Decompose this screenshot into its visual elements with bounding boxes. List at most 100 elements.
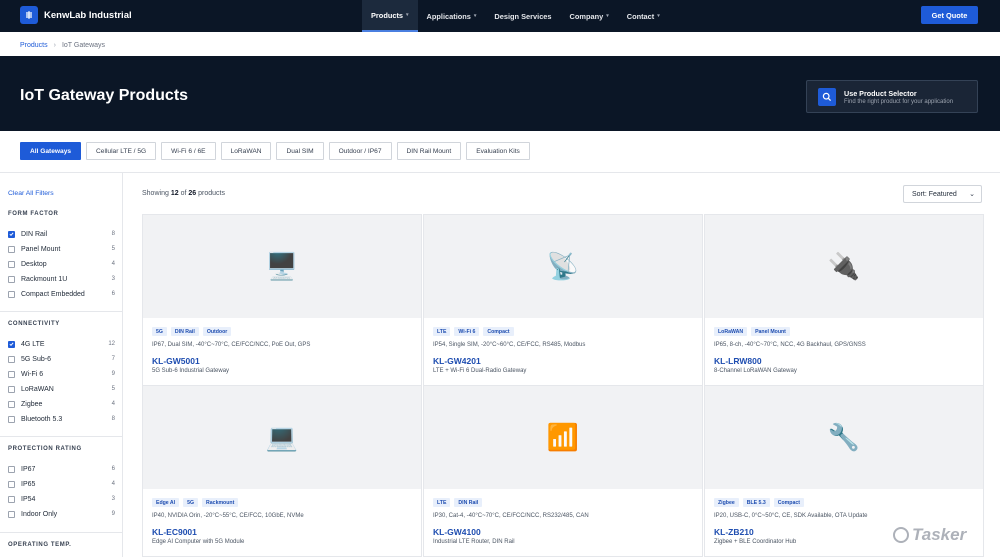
checkbox[interactable] <box>8 290 15 298</box>
product-sku-link[interactable]: KL-GW5001 <box>152 356 200 366</box>
filter-option-panel-mount[interactable]: Panel Mount 5 <box>8 243 115 255</box>
product-sku-link[interactable]: KL-GW4100 <box>433 527 481 537</box>
filter-group-divider <box>0 311 123 312</box>
filter-option-indoor-only[interactable]: Indoor Only 9 <box>8 508 115 520</box>
product-image: 🖥️ <box>143 215 421 318</box>
checkbox[interactable] <box>8 245 15 253</box>
filter-option-wi-fi-6[interactable]: Wi-Fi 6 9 <box>8 368 115 380</box>
nav-item-contact[interactable]: Contact ▾ <box>618 0 669 32</box>
laptop-icon: 💻 <box>265 422 299 452</box>
tab-lorawan[interactable]: LoRaWAN <box>220 142 272 160</box>
filter-option-label: Rackmount 1U <box>21 275 68 283</box>
breadcrumb-current: IoT Gateways <box>61 41 106 49</box>
product-card[interactable]: 💻 Edge AI 5G Rackmount IP40, NVIDIA Orin, -2… <box>142 385 422 557</box>
product-card[interactable]: 🖥️ 5G DIN Rail Outdoor IP67, Dual SIM, -40°C… <box>142 214 422 386</box>
checkbox[interactable] <box>8 400 15 408</box>
tab-din-rail-mount[interactable]: DIN Rail Mount <box>396 142 462 160</box>
watermark-logo-icon <box>893 527 909 543</box>
filter-option-5g-sub-6[interactable]: 5G Sub-6 7 <box>8 353 115 365</box>
product-sku-link[interactable]: KL-GW4201 <box>433 356 481 366</box>
filter-option-rackmount-1u[interactable]: Rackmount 1U 3 <box>8 273 115 285</box>
tab-evaluation-kits[interactable]: Evaluation Kits <box>466 142 530 160</box>
filter-option-zigbee[interactable]: Zigbee 4 <box>8 398 115 410</box>
checkbox[interactable] <box>8 340 15 348</box>
checkbox[interactable] <box>8 370 15 378</box>
filter-option-din-rail[interactable]: DIN Rail 8 <box>8 228 115 240</box>
product-card[interactable]: 📶 LTE DIN Rail IP30, Cat-4, -40°C~70°C, CE/… <box>423 385 703 557</box>
checkbox[interactable] <box>8 415 15 423</box>
nav-item-label: Company <box>569 11 604 21</box>
product-sku-link[interactable]: KL-LRW800 <box>714 356 762 366</box>
checkbox[interactable] <box>8 385 15 393</box>
nav-item-products[interactable]: Products ▾ <box>362 0 418 32</box>
checkbox[interactable] <box>8 275 15 283</box>
filter-option-count: 8 <box>111 416 115 422</box>
filter-option-count: 9 <box>111 511 115 517</box>
product-selector-subtitle: Find the right product for your applicat… <box>844 98 954 105</box>
filter-option-count: 3 <box>111 496 115 502</box>
filter-option-compact-embedded[interactable]: Compact Embedded 6 <box>8 288 115 300</box>
checkbox[interactable] <box>8 260 15 268</box>
chevron-down-icon: ▾ <box>473 13 477 19</box>
breadcrumb-products-link[interactable]: Products <box>20 42 48 49</box>
showing-prefix: Showing <box>142 190 169 197</box>
nav-item-company[interactable]: Company ▾ <box>561 0 618 32</box>
product-description: 8-Channel LoRaWAN Gateway <box>714 368 797 374</box>
nav-item-applications[interactable]: Applications ▾ <box>418 0 486 32</box>
checkbox[interactable] <box>8 495 15 503</box>
filter-option-lorawan[interactable]: LoRaWAN 5 <box>8 383 115 395</box>
tag-badge: Compact <box>773 498 804 507</box>
product-image: 🔌 <box>705 215 983 318</box>
tag-badge: DIN Rail <box>170 327 199 336</box>
product-specs: IP40, NVIDIA Orin, -20°C~55°C, CE/FCC, 1… <box>152 513 304 519</box>
showing-suffix: products <box>198 190 225 197</box>
product-card[interactable]: 📡 LTE Wi-Fi 6 Compact IP54, Single SIM, -20°… <box>423 214 703 386</box>
checkbox[interactable] <box>8 510 15 518</box>
category-tabs: All Gateways Cellular LTE / 5G Wi-Fi 6 / 6… <box>20 142 530 160</box>
filter-option-label: 4G LTE <box>21 340 45 348</box>
product-sku-link[interactable]: KL-EC9001 <box>152 527 197 537</box>
filter-group-divider <box>0 436 123 437</box>
checkbox[interactable] <box>8 230 15 238</box>
product-selector-button[interactable]: Use Product Selector Find the right prod… <box>806 80 978 113</box>
nav-item-design-services[interactable]: Design Services <box>485 0 560 32</box>
product-description: Industrial LTE Router, DIN Rail <box>433 539 515 545</box>
tab-all-gateways[interactable]: All Gateways <box>20 142 82 160</box>
checkbox[interactable] <box>8 465 15 473</box>
clear-filters-link[interactable]: Clear All Filters <box>8 190 54 197</box>
checkbox[interactable] <box>8 480 15 488</box>
tab-dual-sim[interactable]: Dual SIM <box>276 142 324 160</box>
filter-option-4g-lte[interactable]: 4G LTE 12 <box>8 338 115 350</box>
filter-option-label: LoRaWAN <box>21 385 54 393</box>
get-quote-button[interactable]: Get Quote <box>921 6 978 24</box>
tab-outdoor-ip67[interactable]: Outdoor / IP67 <box>328 142 392 160</box>
tab-cellular-lte-5g[interactable]: Cellular LTE / 5G <box>86 142 157 160</box>
product-sku-link[interactable]: KL-ZB210 <box>714 527 754 537</box>
filter-option-label: Wi-Fi 6 <box>21 370 44 378</box>
filter-option-desktop[interactable]: Desktop 4 <box>8 258 115 270</box>
divider <box>0 172 1000 173</box>
checkbox[interactable] <box>8 355 15 363</box>
filter-option-bluetooth-5-3[interactable]: Bluetooth 5.3 8 <box>8 413 115 425</box>
filter-option-count: 5 <box>111 386 115 392</box>
sort-value: Sort: Featured <box>912 190 957 198</box>
product-card[interactable]: 🔌 LoRaWAN Panel Mount IP65, 8-ch, -40°C~70°… <box>704 214 984 386</box>
filter-option-label: Bluetooth 5.3 <box>21 415 63 423</box>
product-image: 💻 <box>143 386 421 489</box>
nav-item-label: Design Services <box>494 11 552 21</box>
filter-option-ip67[interactable]: IP67 6 <box>8 463 115 475</box>
sort-select[interactable]: Sort: Featured ⌄ <box>903 185 982 203</box>
brand-logo[interactable]: KenwLab Industrial <box>20 6 132 24</box>
filter-option-count: 9 <box>111 371 115 377</box>
watermark-text: Tasker <box>912 525 967 544</box>
filter-option-ip54[interactable]: IP54 3 <box>8 493 115 505</box>
power-plug-icon: 🔌 <box>827 251 861 281</box>
search-icon <box>818 87 836 106</box>
filter-option-label: Desktop <box>21 260 47 268</box>
product-tags: LTE Wi-Fi 6 Compact <box>433 327 514 336</box>
tab-wi-fi-6-6e[interactable]: Wi-Fi 6 / 6E <box>161 142 216 160</box>
product-image: 📶 <box>424 386 702 489</box>
filter-option-ip65[interactable]: IP65 4 <box>8 478 115 490</box>
product-tags: 5G DIN Rail Outdoor <box>152 327 232 336</box>
tag-badge: Wi-Fi 6 <box>454 327 480 336</box>
